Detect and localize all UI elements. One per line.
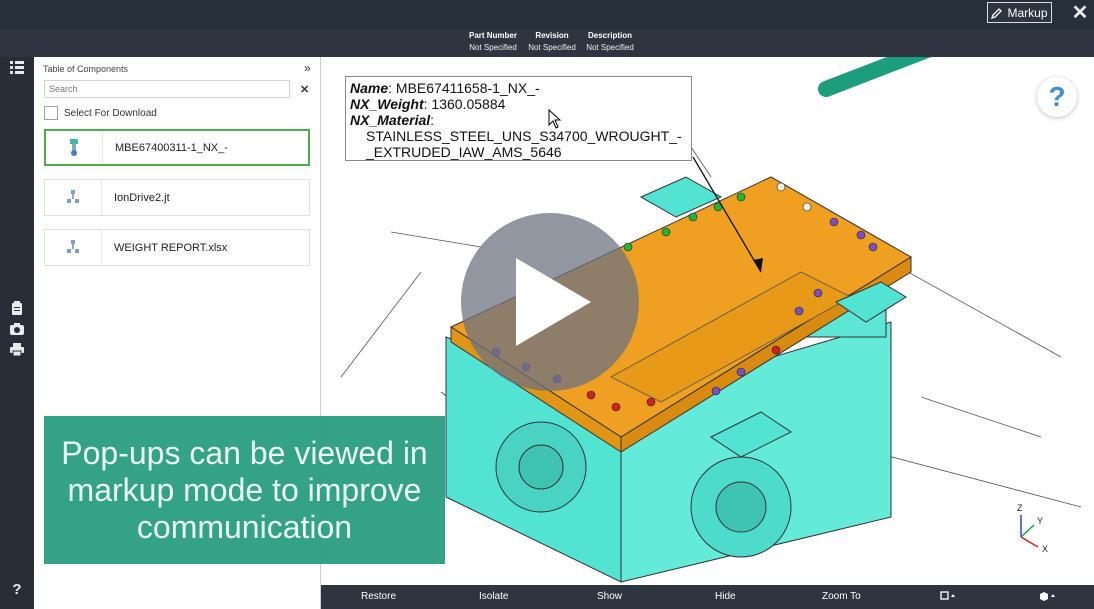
property-popup: Name: MBE67411658-1_NX_- NX_Weight: 1360… [345,76,692,161]
camera-icon[interactable] [9,322,25,338]
view-cube-dropdown[interactable] [1039,591,1057,604]
popup-material-row: NX_Material: [350,112,687,128]
revision-value: Not Specified [528,43,576,52]
description-value: Not Specified [586,43,634,52]
isolate-button[interactable]: Isolate [479,591,508,602]
clipboard-icon[interactable] [9,301,25,317]
top-bar: Markup ✕ Part Number Not Specified Revis… [0,0,1094,57]
description-meta: Description Not Specified [583,31,637,52]
pencil-icon [991,7,1003,19]
list-icon[interactable] [9,60,25,76]
cube-icon [1040,592,1055,601]
part-icon [46,131,103,164]
list-item[interactable]: WEIGHT REPORT.xlsx [44,229,310,266]
material-line-2: _EXTRUDED_IAW_AMS_5646 [366,144,562,160]
part-number-value: Not Specified [469,43,517,52]
assembly-icon [45,180,102,215]
close-icon[interactable]: ✕ [1070,2,1090,24]
hide-button[interactable]: Hide [715,591,736,602]
popup-weight-row: NX_Weight: 1360.05884 [350,96,687,112]
help-icon[interactable]: ? [9,582,25,598]
revision-heading: Revision [535,31,569,40]
frame-icon [940,591,955,600]
markup-label: Markup [1007,5,1048,20]
restore-button[interactable]: Restore [361,591,396,602]
part-number-heading: Part Number [468,31,517,40]
item-label: WEIGHT REPORT.xlsx [114,241,228,254]
revision-meta: Revision Not Specified [525,31,579,52]
print-icon[interactable] [9,343,25,359]
weight-value: : 1360.05884 [423,96,506,112]
description-heading: Description [587,31,632,40]
view-frame-dropdown[interactable] [940,591,956,604]
list-item[interactable]: MBE67400311-1_NX_- [44,129,310,166]
pointer-arrow-icon [818,57,932,97]
axis-z-label: Z [1017,503,1023,513]
list-item[interactable]: IonDrive2.jt [44,179,310,216]
panel-title: Table of Components [43,64,129,74]
axis-x-label: X [1042,544,1048,554]
cursor-icon [548,109,562,129]
name-value: : MBE67411658-1_NX_- [388,80,540,96]
left-rail: ? [0,57,34,609]
axis-y-label: Y [1037,516,1043,526]
select-for-download-label: Select For Download [64,107,157,119]
popup-name-row: Name: MBE67411658-1_NX_- [350,80,687,96]
help-button[interactable]: ? [1037,77,1077,117]
assembly-icon [45,230,102,265]
item-label: MBE67400311-1_NX_- [115,141,228,154]
name-key: Name [350,80,389,96]
part-number-meta: Part Number Not Specified [466,31,520,52]
material-line-1: STAINLESS_STEEL_UNS_S34700_WROUGHT_- [366,128,682,144]
select-for-download[interactable]: Select For Download [44,106,157,120]
collapse-panel-icon[interactable]: » [304,61,311,75]
item-label: IonDrive2.jt [114,191,170,204]
bottom-toolbar: Restore Isolate Show Hide Zoom To [321,585,1094,609]
play-icon [516,258,591,346]
material-key: NX_Material [350,112,431,128]
search-input[interactable]: Search [44,80,290,98]
select-checkbox[interactable] [44,106,58,120]
markup-button[interactable]: Markup [987,2,1052,23]
clear-search-icon[interactable]: ✕ [300,83,309,96]
weight-key: NX_Weight [350,96,424,112]
show-button[interactable]: Show [597,591,622,602]
tutorial-caption: Pop-ups can be viewed in markup mode to … [44,416,445,564]
material-value: : [430,112,435,128]
play-button[interactable] [461,213,639,391]
top-strip [0,0,1094,29]
zoom-to-button[interactable]: Zoom To [822,591,861,602]
